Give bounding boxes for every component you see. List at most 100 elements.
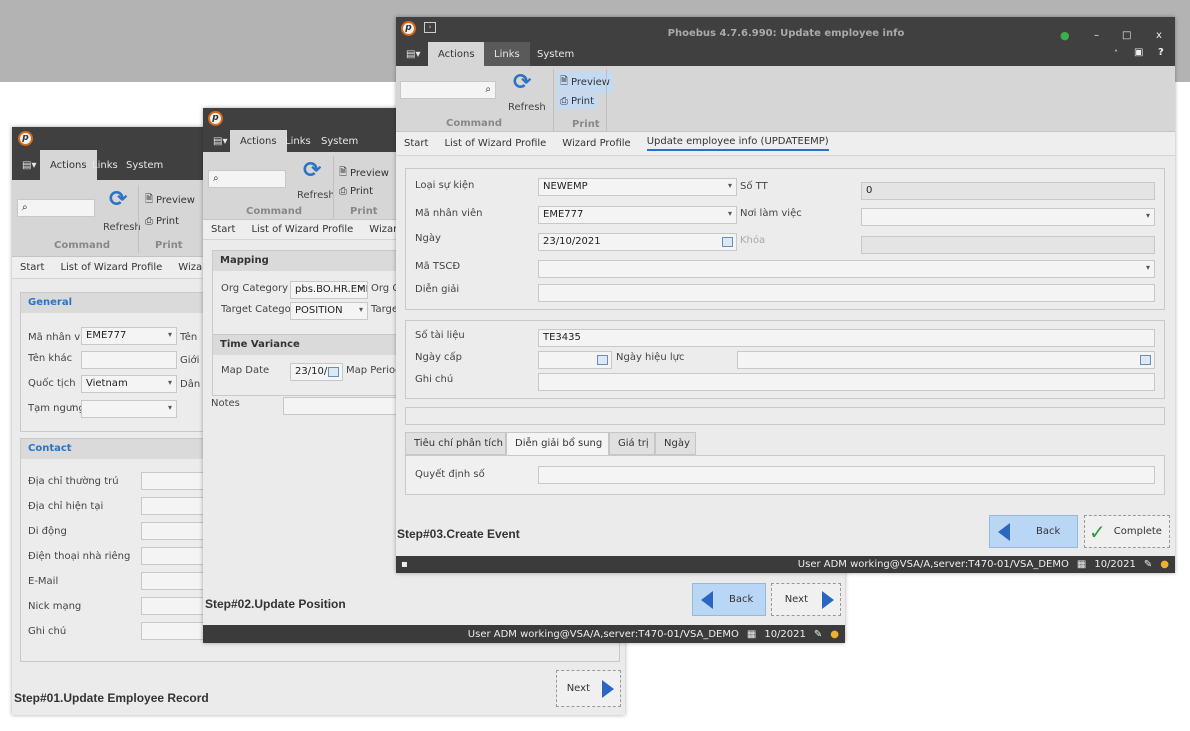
calendar-icon[interactable] xyxy=(597,355,608,365)
calendar-icon[interactable] xyxy=(1140,355,1151,365)
step-title: Step#03.Create Event xyxy=(397,527,520,541)
refresh-icon[interactable]: ⟳ xyxy=(513,70,531,95)
nationality-select[interactable]: Vietnam xyxy=(81,375,177,393)
subtab[interactable]: Diễn giải bổ sung xyxy=(506,432,609,455)
nav-list[interactable]: List of Wizard Profile xyxy=(60,262,162,273)
print-button[interactable]: ⎙ Print xyxy=(557,94,598,109)
tools-icon[interactable]: ✎ xyxy=(1144,559,1152,570)
nav-profile[interactable]: Wizard Profile xyxy=(562,138,630,149)
issue-date-input[interactable] xyxy=(538,351,612,369)
refresh-button[interactable]: Refresh xyxy=(297,190,335,201)
label: Khóa xyxy=(740,235,766,246)
next-button[interactable]: Next xyxy=(771,583,841,616)
print-button[interactable]: ⎙ Print xyxy=(142,214,182,229)
search-input[interactable]: ⌕ xyxy=(400,81,496,99)
maximize-button[interactable]: □ xyxy=(1122,30,1131,41)
app-logo: p xyxy=(208,111,223,126)
refresh-icon[interactable]: ⟳ xyxy=(303,158,321,183)
app-menu-icon[interactable]: ▤▾ xyxy=(396,42,430,66)
help-icon[interactable]: ? xyxy=(1158,47,1164,58)
tab-links[interactable]: Links xyxy=(484,42,530,66)
complete-button[interactable]: ✓ Complete xyxy=(1084,515,1170,548)
preview-button[interactable]: 🗎 Preview xyxy=(336,163,392,184)
label: Ngày cấp xyxy=(415,352,463,363)
contact-label: Di động xyxy=(28,526,67,537)
suspend-select[interactable] xyxy=(81,400,177,418)
label: Số TT xyxy=(740,181,768,192)
tab-system[interactable]: System xyxy=(116,150,173,180)
close-button[interactable]: x xyxy=(1156,30,1162,41)
tab-system[interactable]: System xyxy=(527,42,584,66)
description-input[interactable] xyxy=(538,284,1155,302)
refresh-button[interactable]: Refresh xyxy=(508,102,546,113)
target-category-select[interactable]: POSITION xyxy=(290,302,368,320)
subtab[interactable]: Ngày xyxy=(655,432,696,455)
status-period[interactable]: 10/2021 xyxy=(764,629,806,640)
refresh-button[interactable]: Refresh xyxy=(103,222,141,233)
calendar-icon[interactable] xyxy=(722,237,733,247)
collapse-ribbon-icon[interactable]: ˄ xyxy=(1114,49,1118,58)
contact-label: Địa chỉ hiện tại xyxy=(28,501,104,512)
minimize-button[interactable]: – xyxy=(1094,30,1099,41)
empty-bar xyxy=(405,407,1165,425)
back-button[interactable]: Back xyxy=(989,515,1078,548)
nav-start[interactable]: Start xyxy=(211,224,235,235)
label: Diễn giải xyxy=(415,284,460,295)
document-number-input[interactable]: TE3435 xyxy=(538,329,1155,347)
label: Mã TSCĐ xyxy=(415,261,461,272)
employee-id-select[interactable]: EME777 xyxy=(81,327,177,345)
next-button[interactable]: Next xyxy=(556,670,621,707)
search-input[interactable]: ⌕ xyxy=(208,170,286,188)
status-period[interactable]: 10/2021 xyxy=(1094,559,1136,570)
org-category-select[interactable]: pbs.BO.HR.EMF xyxy=(290,281,368,299)
user-badge-icon[interactable]: ● xyxy=(830,629,839,640)
subtab[interactable]: Giá trị xyxy=(609,432,655,455)
contact-label: Địa chỉ thường trú xyxy=(28,476,119,487)
nav-start[interactable]: Start xyxy=(20,262,44,273)
lock-input xyxy=(861,236,1155,254)
checkmark-icon: ✓ xyxy=(1089,519,1106,544)
group-print-label: Print xyxy=(155,240,183,251)
tools-icon[interactable]: ✎ xyxy=(814,629,822,640)
tab-actions[interactable]: Actions xyxy=(428,42,485,66)
preview-label: Preview xyxy=(571,77,610,88)
map-date-input[interactable]: 23/10/2 xyxy=(290,363,343,381)
effective-date-input[interactable] xyxy=(737,351,1155,369)
back-button[interactable]: Back xyxy=(692,583,766,616)
search-input[interactable]: ⌕ xyxy=(17,199,95,217)
label: Org Category xyxy=(221,283,289,294)
workplace-select[interactable] xyxy=(861,208,1155,226)
preview-label: Preview xyxy=(156,195,195,206)
nav-update-employee[interactable]: Update employee info (UPDATEEMP) xyxy=(646,136,829,151)
group-print-label: Print xyxy=(572,119,600,130)
label: Target Category xyxy=(221,304,301,315)
label: Quốc tịch xyxy=(28,378,76,389)
employee-id-select[interactable]: EME777 xyxy=(538,206,737,224)
nav-list[interactable]: List of Wizard Profile xyxy=(251,224,353,235)
breadcrumb: Start List of Wizard Profile Wizard Profil… xyxy=(396,132,1175,156)
user-icon[interactable]: ● xyxy=(1060,29,1070,42)
tab-system[interactable]: System xyxy=(311,130,368,152)
refresh-icon[interactable]: ⟳ xyxy=(109,187,127,212)
printer-icon: ⎙ xyxy=(339,186,347,197)
calendar-icon[interactable] xyxy=(328,367,339,377)
nav-start[interactable]: Start xyxy=(404,138,428,149)
user-badge-icon[interactable]: ● xyxy=(1160,559,1169,570)
asset-code-select[interactable] xyxy=(538,260,1155,278)
label: Notes xyxy=(211,398,240,409)
decision-number-input[interactable] xyxy=(538,466,1155,484)
note-input[interactable] xyxy=(538,373,1155,391)
label: Ngày hiệu lực xyxy=(616,352,685,363)
other-name-input[interactable] xyxy=(81,351,177,369)
label: Ghi chú xyxy=(415,374,454,385)
date-input[interactable]: 23/10/2021 xyxy=(538,233,737,251)
nav-list[interactable]: List of Wizard Profile xyxy=(444,138,546,149)
message-icon[interactable]: ▪ xyxy=(401,559,408,570)
preview-button[interactable]: 🗎 Preview xyxy=(142,190,198,211)
archive-icon[interactable]: ▣ xyxy=(1134,47,1143,58)
subtab[interactable]: Tiêu chí phân tích xyxy=(405,432,506,455)
date-value: 23/10/2021 xyxy=(543,236,601,247)
event-type-select[interactable]: NEWEMP xyxy=(538,178,737,196)
preview-button[interactable]: 🗎 Preview xyxy=(557,72,613,93)
print-button[interactable]: ⎙ Print xyxy=(336,184,376,199)
